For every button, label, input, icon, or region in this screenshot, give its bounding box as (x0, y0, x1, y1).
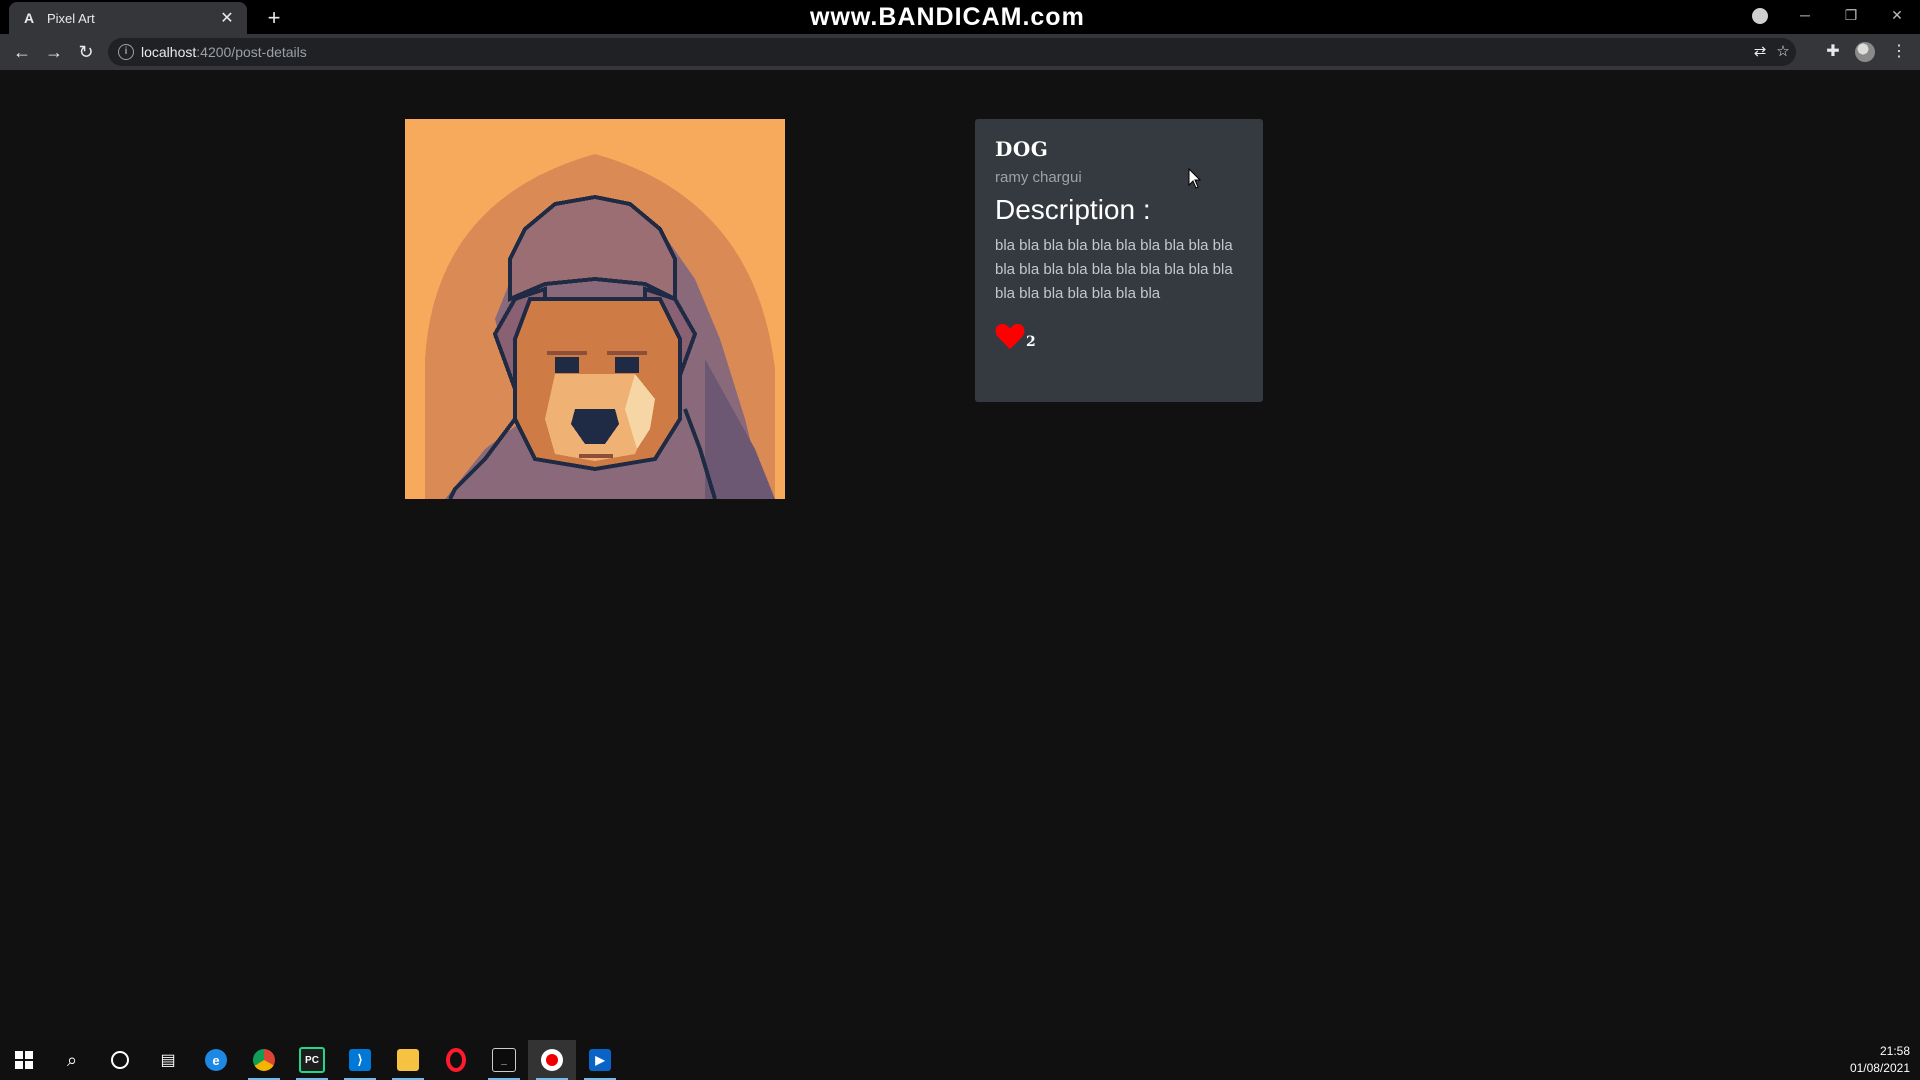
taskbar-pycharm[interactable]: PC (288, 1040, 336, 1080)
taskbar-media-player[interactable]: ▶ (576, 1040, 624, 1080)
search-icon: ⌕ (66, 1049, 78, 1070)
mouse-cursor-icon (1188, 168, 1202, 189)
record-icon (541, 1049, 563, 1071)
back-button[interactable]: ← (8, 38, 36, 66)
task-view-icon: ▤ (160, 1052, 176, 1069)
cortana-button[interactable] (96, 1040, 144, 1080)
windows-logo-icon (15, 1051, 33, 1069)
translate-icon[interactable]: ⇄ (1750, 42, 1770, 60)
taskbar-chrome[interactable] (240, 1040, 288, 1080)
taskbar-opera[interactable] (432, 1040, 480, 1080)
clock-time: 21:58 (1879, 1044, 1910, 1058)
restore-button[interactable]: ❐ (1828, 0, 1874, 32)
angular-favicon-icon: A (23, 10, 35, 26)
like-count: 2 (1026, 334, 1036, 350)
taskbar-edge[interactable]: e (192, 1040, 240, 1080)
minimize-button[interactable]: ─ (1782, 0, 1828, 32)
description-heading: Description : (995, 194, 1151, 225)
extensions-icon[interactable]: ✚ (1819, 38, 1847, 66)
reload-button[interactable]: ↻ (72, 38, 100, 66)
start-button[interactable] (0, 1040, 48, 1080)
pycharm-icon: PC (299, 1047, 325, 1073)
likes: 2 (995, 322, 1243, 350)
folder-icon (397, 1049, 419, 1071)
post-description: bla bla bla bla bla bla bla bla bla bla … (995, 237, 1233, 302)
taskbar-terminal[interactable]: _ (480, 1040, 528, 1080)
windows-taskbar: ⌕ ▤ e PC ⟩ _ ▶ 21:58 01/08/2021 (0, 1040, 1920, 1080)
search-button[interactable]: ⌕ (48, 1040, 96, 1080)
bookmark-star-icon[interactable]: ☆ (1773, 42, 1793, 60)
forward-button[interactable]: → (40, 38, 68, 66)
vscode-icon: ⟩ (349, 1049, 371, 1071)
browser-tab[interactable]: A Pixel Art ✕ (9, 2, 247, 34)
new-tab-button[interactable]: + (260, 4, 288, 32)
site-info-icon[interactable]: i (118, 44, 134, 60)
taskbar-clock[interactable]: 21:58 01/08/2021 (1850, 1043, 1910, 1077)
edge-icon: e (205, 1049, 227, 1071)
opera-icon (446, 1048, 466, 1072)
profile-avatar[interactable] (1855, 42, 1875, 62)
post-author[interactable]: ramy chargui (995, 169, 1243, 186)
terminal-icon: _ (492, 1048, 516, 1072)
watermark: www.BANDICAM.com (810, 3, 1085, 31)
address-bar[interactable]: i localhost:4200/post-details ⇄ ☆ (108, 38, 1796, 66)
task-view-button[interactable]: ▤ (144, 1040, 192, 1080)
post-title: DOG (995, 137, 1049, 161)
tab-title: Pixel Art (47, 10, 95, 26)
taskbar-file-explorer[interactable] (384, 1040, 432, 1080)
tab-close-icon[interactable]: ✕ (219, 8, 235, 28)
taskbar-bandicam[interactable] (528, 1040, 576, 1080)
browser-toolbar: ← → ↻ i localhost:4200/post-details ⇄ ☆ … (0, 34, 1920, 70)
heart-icon[interactable] (995, 322, 1025, 350)
clock-date: 01/08/2021 (1849, 1061, 1910, 1075)
post-details-card: DOG ramy chargui Description : bla bla b… (975, 119, 1263, 402)
taskbar-vscode[interactable]: ⟩ (336, 1040, 384, 1080)
browser-titlebar: A Pixel Art ✕ + www.BANDICAM.com ─ ❐ ✕ (0, 0, 1920, 34)
play-icon: ▶ (589, 1049, 611, 1071)
cortana-icon (111, 1051, 129, 1069)
media-control-icon[interactable] (1752, 8, 1768, 24)
menu-icon[interactable]: ⋮ (1885, 38, 1913, 66)
url-text: localhost:4200/post-details (141, 44, 307, 60)
chrome-icon (253, 1049, 275, 1071)
post-image (405, 119, 785, 499)
close-window-button[interactable]: ✕ (1874, 0, 1920, 32)
